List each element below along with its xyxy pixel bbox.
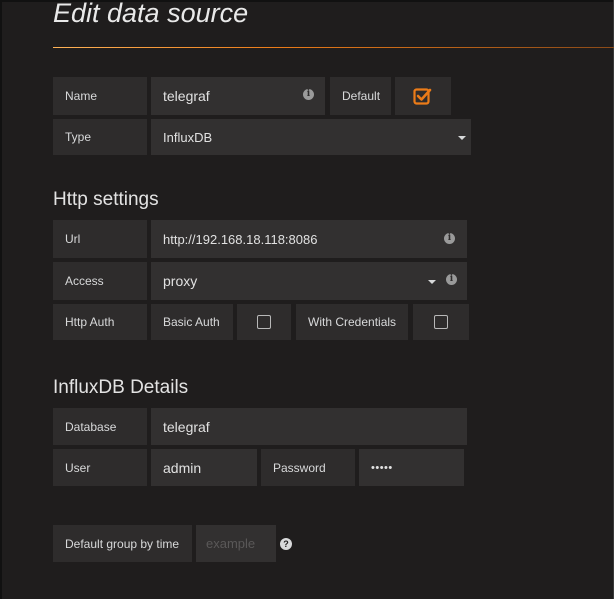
type-select-value: InfluxDB <box>163 129 213 145</box>
user-input-value: admin <box>163 459 202 476</box>
user-input[interactable]: admin <box>151 449 257 486</box>
name-input-value: telegraf <box>163 88 210 104</box>
access-select[interactable]: proxy i <box>151 262 467 300</box>
type-select[interactable]: InfluxDB <box>151 119 471 155</box>
access-label: Access <box>53 262 147 300</box>
group-by-time-label: Default group by time <box>53 525 192 562</box>
checkbox-icon <box>434 315 448 329</box>
default-label: Default <box>330 77 391 115</box>
password-input-value: ••••• <box>371 461 393 474</box>
password-label: Password <box>261 449 355 486</box>
info-icon[interactable]: i <box>303 89 314 100</box>
http-settings-heading: Http settings <box>53 189 159 210</box>
name-input[interactable]: telegraf i <box>151 77 325 115</box>
window-frame-left <box>0 0 2 599</box>
name-label: Name <box>53 77 147 115</box>
url-input-value: http://192.168.18.118:8086 <box>163 231 318 247</box>
influxdb-details-heading: InfluxDB Details <box>53 377 189 398</box>
page-title: Edit data source <box>53 0 249 28</box>
info-icon[interactable]: i <box>444 233 455 244</box>
password-input[interactable]: ••••• <box>359 449 464 486</box>
user-label: User <box>53 449 147 486</box>
caret-down-icon <box>458 136 466 140</box>
question-icon[interactable]: ? <box>280 538 292 550</box>
database-input[interactable]: telegraf <box>151 408 467 445</box>
title-divider <box>53 47 614 48</box>
with-credentials-checkbox[interactable] <box>413 304 469 340</box>
type-label: Type <box>53 119 147 155</box>
group-by-time-input[interactable]: example <box>196 525 276 562</box>
http-auth-label: Http Auth <box>53 304 147 340</box>
checkmark-icon <box>413 88 432 105</box>
basic-auth-checkbox[interactable] <box>237 304 291 340</box>
database-label: Database <box>53 408 147 445</box>
with-credentials-label: With Credentials <box>296 304 408 340</box>
url-input[interactable]: http://192.168.18.118:8086 i <box>151 220 467 258</box>
access-select-value: proxy <box>163 273 198 289</box>
default-checkbox[interactable] <box>395 77 451 115</box>
checkbox-icon <box>257 315 271 329</box>
basic-auth-label: Basic Auth <box>151 304 233 340</box>
group-by-time-placeholder: example <box>206 536 256 551</box>
info-icon[interactable]: i <box>446 274 457 285</box>
url-label: Url <box>53 220 147 258</box>
caret-down-icon <box>428 280 436 284</box>
database-input-value: telegraf <box>163 418 210 435</box>
